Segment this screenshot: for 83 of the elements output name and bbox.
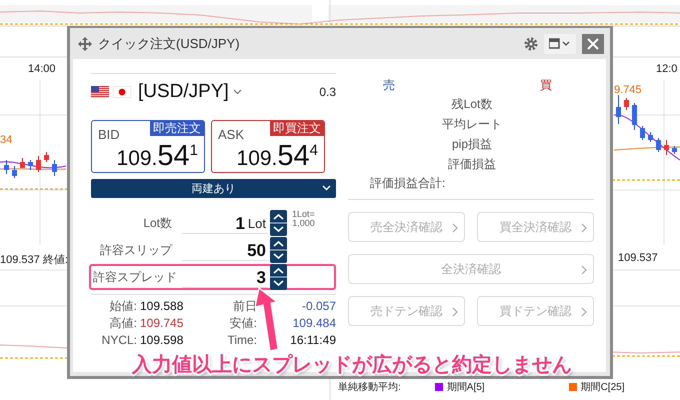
sell-heading: 売	[383, 77, 395, 94]
candle	[20, 158, 25, 168]
input-field[interactable]: 50	[182, 240, 268, 260]
chevron-icon	[581, 265, 587, 275]
candle	[664, 140, 669, 156]
indicator-line	[612, 352, 680, 354]
candle	[648, 132, 653, 142]
quote-card[interactable]: BID 即売注文 109.54$^{1}$	[91, 120, 205, 173]
candle	[44, 152, 49, 162]
close-icon	[587, 38, 599, 50]
buy-heading: 買	[540, 77, 552, 94]
candle	[12, 166, 17, 178]
stat-label: Time:	[226, 333, 257, 347]
spinner-button[interactable]	[270, 264, 287, 290]
quote-label: ASK	[218, 127, 244, 142]
window-icon	[549, 38, 571, 50]
legend-label: 期間A[5]	[446, 380, 485, 394]
time-label: 12:0	[656, 63, 678, 75]
currency-pair[interactable]: [USD/JPY]	[138, 81, 229, 103]
legend-label: 期間C[25]	[580, 380, 624, 394]
position-label: 平均レート	[441, 116, 503, 133]
candle	[616, 94, 621, 124]
spinner-button[interactable]	[270, 237, 287, 263]
spread-value: 0.3	[319, 85, 336, 99]
quote-label: BID	[98, 127, 120, 142]
order-badge[interactable]: 即買注文	[270, 121, 324, 136]
chevron-icon	[452, 223, 458, 233]
stat-value: -0.057	[300, 299, 336, 313]
candle	[624, 98, 629, 110]
close-info: 109.537 終値:	[0, 253, 68, 267]
caret-icon[interactable]	[232, 89, 242, 95]
candle	[632, 102, 637, 130]
time-label: 14:00	[28, 63, 56, 75]
jp-flag-icon	[113, 86, 131, 98]
candle	[28, 160, 33, 170]
total-label: 評価損益合計:	[370, 175, 446, 191]
stat-label: 前日	[232, 299, 257, 313]
dashed-level-line	[0, 188, 68, 190]
candle	[656, 138, 661, 152]
quote-card[interactable]: ASK 即買注文 109.54$^{4}$	[211, 120, 325, 173]
position-label: 評価損益	[447, 156, 497, 173]
price-label: 9.745	[614, 84, 642, 96]
stat-value: 109.484	[292, 316, 336, 330]
candle	[4, 160, 9, 174]
order-badge[interactable]: 即売注文	[150, 121, 204, 136]
layout-button[interactable]	[544, 34, 576, 54]
price-label: 34	[0, 134, 12, 146]
caret-icon	[322, 185, 331, 191]
spinner-button[interactable]	[270, 210, 287, 236]
chevron-icon	[581, 223, 587, 233]
window-title: クイック注文(USD/JPY)	[98, 34, 240, 52]
annotation-caption: 入力値以上にスプレッドが広がると約定しません	[132, 354, 572, 377]
legend-title: 単純移動平均:	[338, 381, 401, 394]
stat-label: 安値:	[228, 316, 257, 330]
stat-value: 16:11:49	[289, 333, 336, 347]
position-label: pip損益	[450, 136, 493, 153]
candle	[672, 146, 677, 154]
position-label: 残Lot数	[450, 96, 494, 113]
stat-label: NYCL:	[100, 333, 137, 347]
field-label: 許容スリップ	[99, 242, 172, 258]
quote-price: 109.54$^{1}$	[116, 139, 198, 174]
input-field[interactable]: 3	[182, 266, 268, 288]
quote-price: 109.54$^{4}$	[236, 140, 318, 174]
stat-label: 始値:	[108, 299, 137, 313]
candle	[36, 156, 41, 172]
candle	[640, 126, 645, 140]
stat-value: 109.588	[140, 299, 184, 313]
us-flag-icon	[91, 86, 109, 98]
candle	[52, 160, 57, 176]
close-button[interactable]	[582, 34, 604, 54]
chevron-icon	[581, 307, 587, 317]
close-info: 109.537	[618, 252, 658, 264]
move-icon[interactable]	[78, 36, 92, 50]
stat-label: 高値:	[108, 316, 137, 330]
position-dropdown[interactable]: 両建あり	[91, 179, 336, 198]
stat-value: 109.745	[140, 316, 184, 330]
field-label: Lot数	[142, 214, 172, 232]
settings-icon[interactable]	[524, 36, 538, 50]
stat-value: 109.598	[140, 333, 184, 347]
chevron-icon	[452, 307, 458, 317]
indicator-line	[0, 344, 68, 348]
input-field[interactable]: 1 Lot	[182, 212, 268, 234]
lot-note: 1Lot= 1,000	[292, 210, 315, 228]
